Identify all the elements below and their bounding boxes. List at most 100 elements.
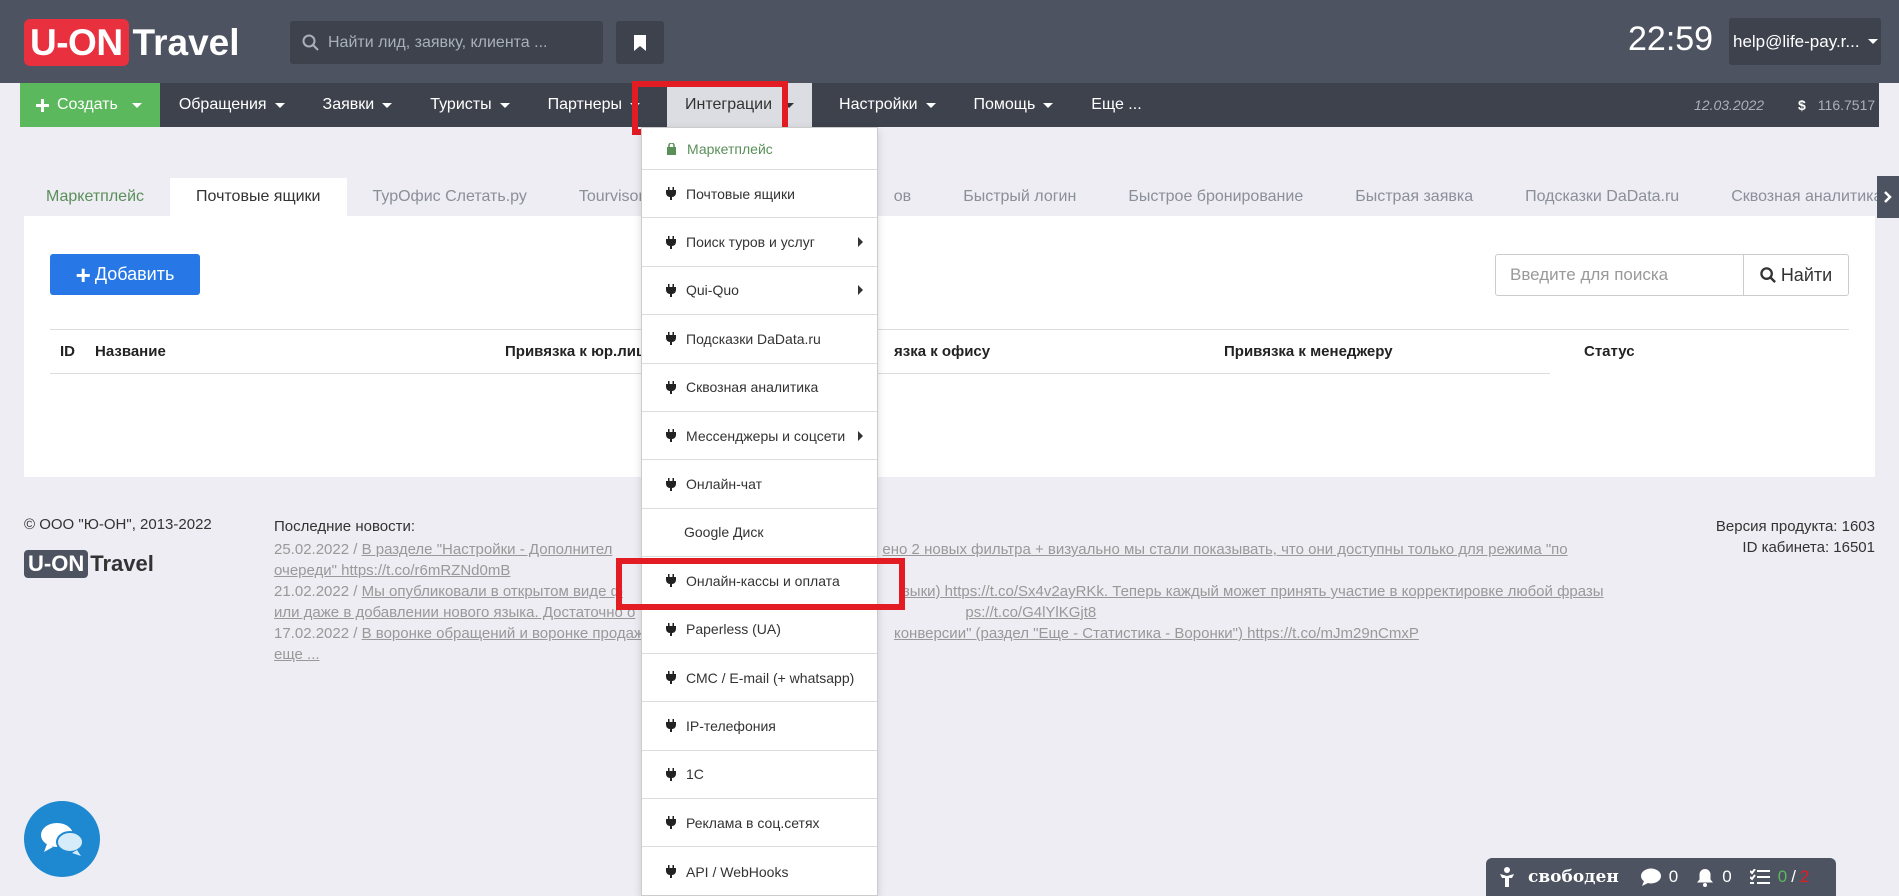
chat-widget-button[interactable] xyxy=(24,801,100,877)
menu-item-analytics[interactable]: Сквозная аналитика xyxy=(642,364,877,412)
bookmark-button[interactable] xyxy=(616,21,664,64)
chevron-down-icon xyxy=(784,102,795,108)
plug-icon xyxy=(666,332,676,346)
news-link[interactable]: В воронке обращений и воронке продаж xyxy=(362,625,644,642)
menu-item-label: Маркетплейс xyxy=(687,140,773,157)
menu-item-label: Подсказки DaData.ru xyxy=(686,330,821,347)
nav-settings[interactable]: Настройки xyxy=(820,83,954,127)
tab-fast-login[interactable]: Быстрый логин xyxy=(937,178,1102,216)
tab-dadata[interactable]: Подсказки DaData.ru xyxy=(1499,178,1705,216)
menu-item-marketplace[interactable]: Маркетплейс xyxy=(642,128,877,170)
menu-item-label: СМС / E-mail (+ whatsapp) xyxy=(686,669,855,686)
user-menu-button[interactable]: help@life-pay.r... xyxy=(1729,18,1881,65)
product-version: Версия продукта: 1603 xyxy=(1715,518,1875,535)
news-link[interactable]: В разделе "Настройки - Дополнител xyxy=(362,541,613,558)
status-toggle[interactable]: свободен xyxy=(1500,867,1641,887)
news-more-link[interactable]: еще ... xyxy=(274,646,320,663)
messages-count: 0 xyxy=(1668,867,1679,886)
menu-item-mailboxes[interactable]: Почтовые ящики xyxy=(642,170,877,219)
tab-fast-booking[interactable]: Быстрое бронирование xyxy=(1102,178,1329,216)
news-item: 21.02.2022 / Мы опубликовали в открытом … xyxy=(274,581,1614,623)
tab-mailboxes[interactable]: Почтовые ящики xyxy=(170,178,347,216)
column-manager[interactable]: Привязка к менеджеру xyxy=(1224,343,1393,360)
news-item: 17.02.2022 / В воронке обращений и ворон… xyxy=(274,623,1614,644)
menu-item-dadata[interactable]: Подсказки DaData.ru xyxy=(642,315,877,364)
plug-icon xyxy=(666,235,676,249)
nav-more[interactable]: Еще ... xyxy=(1072,83,1160,127)
add-button[interactable]: + Добавить xyxy=(50,254,200,295)
nav-tourists[interactable]: Туристы xyxy=(411,83,528,127)
menu-item-label: Реклама в соц.сетях xyxy=(686,814,820,831)
chat-icon xyxy=(41,823,84,856)
menu-item-label: Сквозная аналитика xyxy=(686,379,819,396)
plug-icon xyxy=(666,622,676,636)
plug-icon xyxy=(666,380,676,394)
chevron-right-icon xyxy=(858,237,863,248)
dollar-icon: $ xyxy=(1798,97,1806,113)
plug-icon xyxy=(666,719,676,733)
version-info: Версия продукта: 1603 ID кабинета: 16501 xyxy=(1716,516,1875,558)
tab-marketplace[interactable]: Маркетплейс xyxy=(20,178,170,216)
nav-label: Заявки xyxy=(322,96,375,113)
menu-item-google-drive[interactable]: Google Диск xyxy=(642,509,877,558)
menu-item-tour-search[interactable]: Поиск туров и услуг xyxy=(642,218,877,267)
nav-partners[interactable]: Партнеры xyxy=(529,83,659,127)
tabs-scroll-right-button[interactable] xyxy=(1877,176,1899,218)
menu-item-paperless[interactable]: Paperless (UA) xyxy=(642,606,877,654)
integration-tabs: Маркетплейс Почтовые ящики ТурОфис Слета… xyxy=(20,178,1899,216)
column-name[interactable]: Название xyxy=(95,343,166,360)
tab-turofis[interactable]: ТурОфис Слетать.ру xyxy=(347,178,553,216)
menu-item-sms-email[interactable]: СМС / E-mail (+ whatsapp) xyxy=(642,654,877,703)
nav-label: Интеграции xyxy=(684,96,773,113)
app-logo[interactable]: U-ON Travel xyxy=(24,19,240,66)
rate-value: 116.7517 xyxy=(1817,97,1876,113)
chevron-right-icon xyxy=(858,430,863,441)
menu-item-label: Онлайн-кассы и оплата xyxy=(686,572,840,589)
messages-indicator[interactable]: 0 xyxy=(1640,867,1679,887)
notifications-indicator[interactable]: 0 xyxy=(1696,867,1732,887)
menu-item-online-cashbox[interactable]: Онлайн-кассы и оплата xyxy=(642,557,877,606)
news-link-tail[interactable]: конверсии" (раздел "Еще - Статистика - В… xyxy=(894,625,1419,642)
plug-icon xyxy=(666,574,676,588)
menu-item-qui-quo[interactable]: Qui-Quo xyxy=(642,267,877,316)
nav-integrations[interactable]: Интеграции xyxy=(666,83,813,127)
table-search-input[interactable]: Введите для поиска xyxy=(1495,254,1744,296)
menu-item-label: Qui-Quo xyxy=(686,282,739,299)
find-button[interactable]: Найти xyxy=(1743,254,1849,296)
comment-icon xyxy=(1640,868,1661,886)
menu-item-label: Поиск туров и услуг xyxy=(686,234,815,251)
global-search-input[interactable]: Найти лид, заявку, клиента ... xyxy=(290,21,603,64)
menu-item-label: Paperless (UA) xyxy=(686,621,781,638)
tasks-indicator[interactable]: 0 / 2 xyxy=(1749,867,1809,887)
nav-requests[interactable]: Заявки xyxy=(304,83,412,127)
column-legal-entity[interactable]: Привязка к юр.лицу xyxy=(505,343,654,360)
shopping-bag-icon xyxy=(666,142,677,155)
news-date: 17.02.2022 / xyxy=(274,625,358,642)
search-placeholder: Найти лид, заявку, клиента ... xyxy=(328,33,548,51)
nav-help[interactable]: Помощь xyxy=(955,83,1073,127)
search-icon xyxy=(1760,266,1776,283)
nav-label: Туристы xyxy=(430,96,492,113)
plug-icon xyxy=(666,187,676,201)
menu-item-1c[interactable]: 1С xyxy=(642,751,877,800)
tab-analytics[interactable]: Сквозная аналитика xyxy=(1705,178,1899,216)
column-status[interactable]: Статус xyxy=(1584,343,1635,360)
nav-appeals[interactable]: Обращения xyxy=(160,83,304,127)
nav-label: Обращения xyxy=(178,96,267,113)
menu-item-messengers[interactable]: Мессенджеры и соцсети xyxy=(642,412,877,461)
current-date: 12.03.2022 xyxy=(1694,97,1765,113)
news-date: 21.02.2022 / xyxy=(274,583,358,600)
news-link-tail-2[interactable]: ps://t.co/G4lYlKGjt8 xyxy=(965,604,1096,621)
plug-icon xyxy=(666,283,676,297)
column-id[interactable]: ID xyxy=(60,343,75,360)
tab-fast-request[interactable]: Быстрая заявка xyxy=(1329,178,1499,216)
plug-icon xyxy=(666,767,676,781)
search-icon xyxy=(302,34,319,51)
menu-item-api-webhooks[interactable]: API / WebHooks xyxy=(642,847,877,895)
menu-item-ip-telephony[interactable]: IP-телефония xyxy=(642,702,877,751)
column-office[interactable]: язка к офису xyxy=(894,343,990,360)
create-button[interactable]: Создать xyxy=(20,83,160,127)
menu-item-social-ads[interactable]: Реклама в соц.сетях xyxy=(642,799,877,848)
news-link[interactable]: Мы опубликовали в открытом виде ф xyxy=(362,583,623,600)
menu-item-online-chat[interactable]: Онлайн-чат xyxy=(642,460,877,509)
